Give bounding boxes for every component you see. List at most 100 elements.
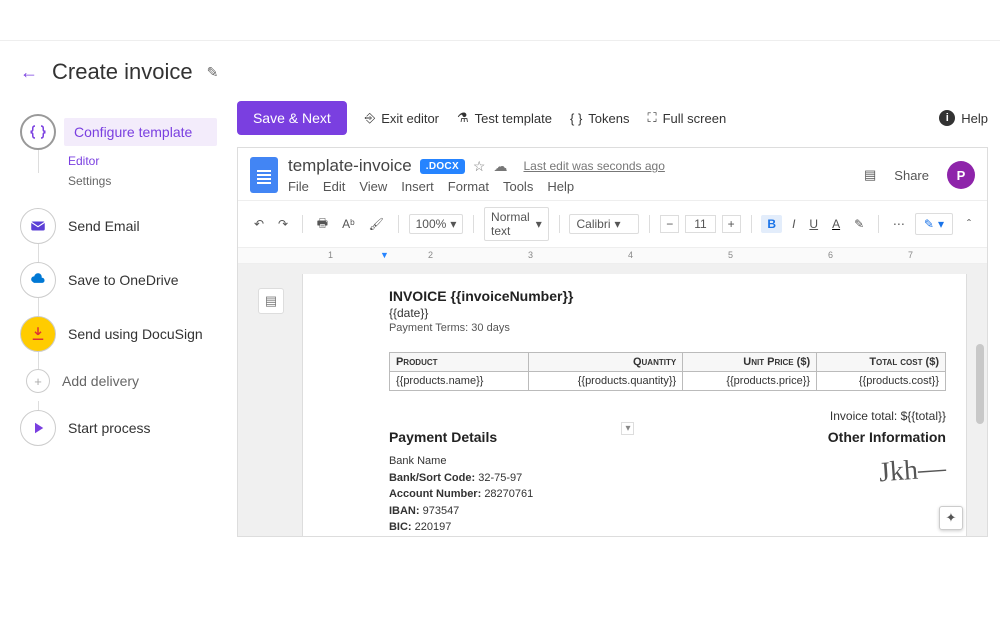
col-total-cost: Total cost ($)	[817, 353, 946, 372]
document-title[interactable]: template-invoice	[288, 156, 412, 176]
pencil-icon[interactable]: ✎	[207, 64, 219, 81]
download-icon	[20, 316, 56, 352]
highlight-button[interactable]: ✎	[850, 215, 868, 233]
page-title: Create invoice	[52, 59, 193, 85]
menu-tools[interactable]: Tools	[503, 179, 533, 194]
page-canvas: ▤ INVOICE {{invoiceNumber}} {{date}} Pay…	[238, 264, 987, 537]
payment-terms: Payment Terms: 30 days	[389, 322, 946, 334]
menu-edit[interactable]: Edit	[323, 179, 345, 194]
menu-insert[interactable]: Insert	[401, 179, 434, 194]
comment-icon[interactable]: ▤	[864, 167, 876, 183]
font-select[interactable]: Calibri▾	[569, 214, 639, 234]
star-icon[interactable]: ☆	[473, 158, 486, 175]
undo-icon[interactable]: ↶	[250, 215, 268, 233]
print-icon[interactable]: 🖶	[313, 212, 332, 237]
braces-icon: { }	[570, 111, 582, 126]
google-docs-frame: template-invoice .DOCX ☆ ☁ Last edit was…	[237, 147, 988, 537]
save-next-button[interactable]: Save & Next	[237, 101, 347, 135]
fullscreen-icon: ⛶	[648, 110, 657, 126]
signature-image: Jkh—	[878, 453, 947, 490]
tokens-button[interactable]: { }Tokens	[570, 111, 630, 126]
invoice-number-token: {{invoiceNumber}}	[450, 288, 573, 304]
chevron-down-icon: ▾	[450, 217, 456, 231]
chevron-down-icon: ▾	[938, 217, 944, 231]
explore-button[interactable]: ✦	[939, 506, 963, 530]
steps-sidebar: Configure template Editor Settings Send …	[20, 95, 217, 537]
invoice-title-label: INVOICE	[389, 288, 450, 304]
step-label[interactable]: Configure template	[64, 118, 217, 146]
fullscreen-button[interactable]: ⛶Full screen	[648, 110, 727, 126]
table-row: {{products.name}} {{products.quantity}} …	[389, 372, 945, 391]
scrollbar[interactable]	[976, 344, 984, 504]
docx-badge: .DOCX	[420, 159, 465, 174]
ruler[interactable]: ▼ 1 2 3 4 5 6 7	[238, 248, 987, 264]
zoom-select[interactable]: 100%▾	[409, 214, 464, 234]
main-panel: Save & Next ⎆Exit editor ⚗Test template …	[237, 95, 1000, 537]
menu-file[interactable]: File	[288, 179, 309, 194]
docs-format-toolbar: ↶ ↷ 🖶 Aᵇ 🖌 100%▾ Normal text▾ Calibri▾ −…	[238, 200, 987, 248]
col-unit-price: Unit Price ($)	[683, 353, 817, 372]
cloud-status-icon[interactable]: ☁	[493, 158, 507, 175]
chevron-down-icon: ▾	[615, 217, 621, 231]
paint-format-icon[interactable]: 🖌	[365, 215, 388, 233]
font-size-dec[interactable]: −	[660, 215, 679, 233]
cloud-icon	[20, 262, 56, 298]
step-add-delivery[interactable]: + Add delivery	[20, 361, 217, 401]
info-icon: i	[939, 110, 955, 126]
page-header: ← Create invoice ✎	[0, 40, 1000, 95]
step-configure-template[interactable]: Configure template	[20, 105, 217, 159]
docs-app-icon[interactable]	[250, 157, 278, 193]
back-arrow-icon[interactable]: ←	[20, 62, 38, 83]
editor-toolbar: Save & Next ⎆Exit editor ⚗Test template …	[237, 101, 1000, 135]
outline-icon[interactable]: ▤	[258, 288, 284, 314]
more-icon[interactable]: ⋯	[889, 215, 909, 233]
font-size-inc[interactable]: +	[722, 215, 741, 233]
underline-button[interactable]: U	[805, 215, 822, 233]
step-label: Save to OneDrive	[68, 266, 217, 294]
envelope-icon	[20, 208, 56, 244]
col-product: Product	[389, 353, 528, 372]
menu-view[interactable]: View	[359, 179, 387, 194]
last-edit-link[interactable]: Last edit was seconds ago	[523, 159, 664, 173]
step-docusign[interactable]: Send using DocuSign	[20, 307, 217, 361]
step-label: Start process	[68, 414, 217, 442]
exit-icon: ⎆	[365, 110, 375, 126]
help-button[interactable]: iHelp	[939, 110, 988, 126]
editing-mode-select[interactable]: ✎ ▾	[915, 213, 953, 235]
indent-marker-icon[interactable]: ▼	[380, 250, 389, 260]
style-select[interactable]: Normal text▾	[484, 207, 549, 241]
spellcheck-icon[interactable]: Aᵇ	[338, 215, 359, 233]
exit-editor-button[interactable]: ⎆Exit editor	[365, 110, 439, 126]
flask-icon: ⚗	[457, 110, 469, 126]
invoice-date-token: {{date}}	[389, 306, 946, 320]
other-info-heading: Other Information	[828, 429, 946, 445]
italic-button[interactable]: I	[788, 215, 799, 233]
collapse-toolbar-icon[interactable]: ˆ	[963, 215, 975, 233]
payment-details-heading: Payment Details	[389, 429, 607, 445]
bold-button[interactable]: B	[761, 215, 782, 233]
document-page[interactable]: INVOICE {{invoiceNumber}} {{date}} Payme…	[302, 274, 967, 537]
braces-icon	[20, 114, 56, 150]
products-table: Product Quantity Unit Price ($) Total co…	[389, 352, 946, 391]
step-send-email[interactable]: Send Email	[20, 199, 217, 253]
share-button[interactable]: Share	[894, 168, 929, 183]
test-template-button[interactable]: ⚗Test template	[457, 110, 552, 126]
step-start-process[interactable]: Start process	[20, 401, 217, 455]
sub-step-settings[interactable]: Settings	[68, 171, 217, 191]
chevron-down-icon: ▾	[536, 217, 542, 231]
text-color-button[interactable]: A	[828, 215, 844, 233]
plus-icon[interactable]: +	[26, 369, 50, 393]
step-label: Add delivery	[62, 367, 217, 395]
step-label: Send using DocuSign	[68, 320, 217, 348]
font-size-input[interactable]: 11	[685, 215, 715, 233]
redo-icon[interactable]: ↷	[274, 215, 292, 233]
col-quantity: Quantity	[528, 353, 682, 372]
menu-help[interactable]: Help	[547, 179, 574, 194]
step-save-onedrive[interactable]: Save to OneDrive	[20, 253, 217, 307]
docs-menubar: File Edit View Insert Format Tools Help	[288, 179, 854, 194]
section-collapse-icon[interactable]: ▾	[621, 422, 634, 435]
avatar[interactable]: P	[947, 161, 975, 189]
other-information: Other Information Jkh—	[828, 429, 946, 537]
invoice-total: Invoice total: ${{total}}	[389, 409, 946, 423]
menu-format[interactable]: Format	[448, 179, 489, 194]
